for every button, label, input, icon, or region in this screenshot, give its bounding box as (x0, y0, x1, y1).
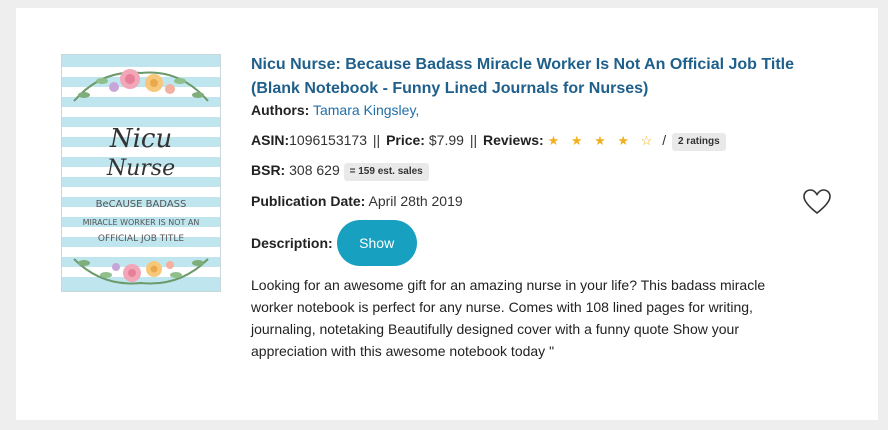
cover-subtitle-line2: MIRACLE WORKER IS NOT AN (83, 218, 200, 227)
book-cover-image[interactable]: Nicu Nurse BeCAUSE BADASS MIRACLE WORKER… (61, 54, 221, 292)
price-value: $7.99 (428, 132, 464, 148)
author-link[interactable]: Tamara Kingsley, (313, 102, 419, 118)
cover-subtitle-line3: OFFICIAL JOB TITLE (98, 234, 184, 244)
book-title-link[interactable]: Nicu Nurse: Because Badass Miracle Worke… (251, 53, 811, 101)
price-label: Price: (386, 132, 425, 148)
asin-value: 1096153173 (289, 132, 367, 148)
bsr-label: BSR: (251, 162, 286, 178)
ratings-count-badge: 2 ratings (671, 133, 726, 151)
book-details: Nicu Nurse: Because Badass Miracle Worke… (251, 53, 811, 362)
publication-date-row: Publication Date: April 28th 2019 (251, 192, 811, 210)
star-rating-icons: ★ ★ ★ ★ ☆ (547, 133, 657, 148)
show-description-button[interactable]: Show (336, 220, 417, 266)
cover-title-line2: Nurse (106, 156, 175, 181)
bsr-value: 308 629 (289, 162, 340, 178)
product-card: Nicu Nurse BeCAUSE BADASS MIRACLE WORKER… (16, 8, 878, 420)
est-sales-badge: = 159 est. sales (343, 163, 429, 181)
cover-subtitle-line1: BeCAUSE BADASS (96, 199, 187, 210)
publication-date-label: Publication Date: (251, 193, 366, 209)
description-text: Looking for an awesome gift for an amazi… (251, 277, 766, 359)
cover-title-line1: Nicu (109, 124, 172, 154)
authors-row: Authors: Tamara Kingsley, (251, 101, 811, 119)
description-label: Description: (251, 235, 333, 251)
reviews-label: Reviews: (482, 132, 544, 148)
asin-label: ASIN: (251, 132, 290, 148)
bsr-row: BSR: 308 629 = 159 est. sales (251, 161, 811, 181)
reviews-separator: / (662, 132, 667, 148)
heart-outline-icon[interactable] (802, 187, 832, 217)
asin-price-reviews-row: ASIN:1096153173 || Price: $7.99 || Revie… (251, 131, 811, 151)
separator: || (469, 132, 478, 148)
publication-date-value: April 28th 2019 (368, 193, 463, 209)
description-row: Description: Show (251, 220, 811, 266)
separator: || (372, 132, 381, 148)
authors-label: Authors: (251, 102, 310, 118)
